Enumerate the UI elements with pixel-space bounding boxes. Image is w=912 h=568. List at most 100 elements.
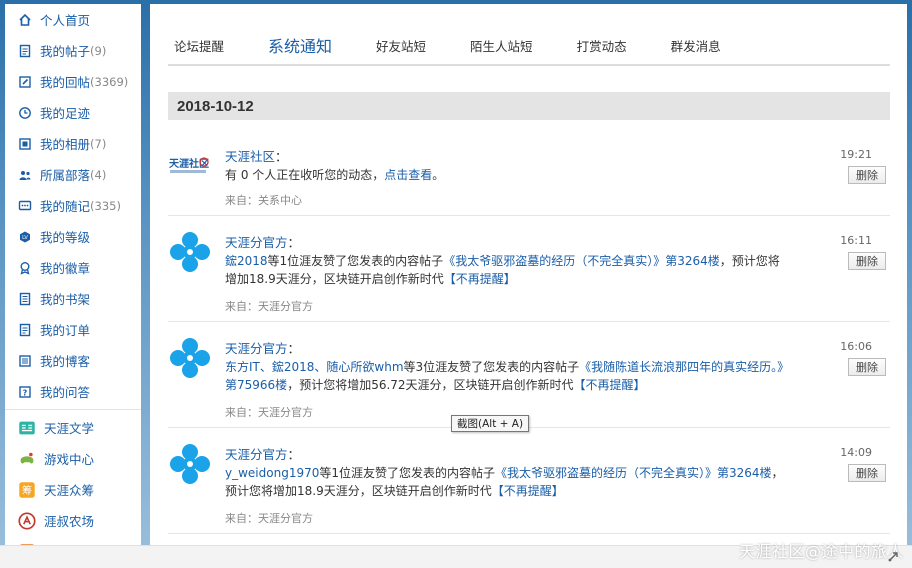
sidebar-item-chat[interactable]: 我的随记 (335) <box>5 190 141 221</box>
sidebar-link-label: 天涯文学 <box>44 421 95 436</box>
watermark: 天涯社区@途中的旅人 <box>738 542 904 561</box>
sidebar-item-home[interactable]: 个人首页 <box>5 4 141 35</box>
message-link[interactable]: y_weidong1970 <box>225 466 319 480</box>
sidebar-item-document[interactable]: 我的帖子 (9) <box>5 35 141 66</box>
message-text-segment: 有 0 个人正在收听您的动态， <box>225 168 385 182</box>
sidebar-item-label: 我的博客 <box>40 354 91 369</box>
message-item: 天涯社区 天涯社区：有 0 个人正在收听您的动态，点击查看。 来自：关系中心 19:2… <box>168 130 890 216</box>
delete-button[interactable]: 删除 <box>848 252 886 270</box>
svg-text:LV: LV <box>22 235 28 241</box>
message-item: 天涯分官方： 东方IT、鋐2018、随心所欲whm等3位涯友赞了您发表的内容帖子《… <box>168 322 890 428</box>
document-icon <box>18 44 32 58</box>
main-panel: 论坛提醒 系统通知 好友站短 陌生人站短 打赏动态 群发消息 2018-10-12 天涯社… <box>150 4 907 545</box>
sidebar-item-label: 我的徽章 <box>40 261 91 276</box>
blog-icon <box>18 354 32 368</box>
message-text-segment: 等1位涯友赞了您发表的内容帖子 <box>267 254 444 268</box>
message-text: 鋐2018等1位涯友赞了您发表的内容帖子《我太爷驱邪盗墓的经历（不完全真实）》第… <box>225 252 785 288</box>
sidebar-item-count: (4) <box>90 167 107 182</box>
rocket-icon[interactable] <box>886 550 900 564</box>
message-link[interactable]: 《我太爷驱邪盗墓的经历（不完全真实）》第3264楼 <box>495 466 772 480</box>
tab-1[interactable]: 系统通知 <box>262 33 332 57</box>
edit-icon <box>18 75 32 89</box>
sender-name-text: 天涯分官方 <box>225 341 288 356</box>
sidebar-item-people[interactable]: 所属部落 (4) <box>5 159 141 190</box>
message-link[interactable]: 东方IT、鋐2018、随心所欲whm <box>225 360 404 374</box>
sidebar-item-edit[interactable]: 我的回帖 (3369) <box>5 66 141 97</box>
sidebar-link-label: 涯叔农场 <box>44 514 95 529</box>
sender-name[interactable]: 天涯社区： <box>225 146 288 165</box>
sidebar-item-count: (9) <box>90 43 107 58</box>
sidebar-item-label: 我的问答 <box>40 385 91 400</box>
sidebar-item-label: 我的足迹 <box>40 106 91 121</box>
message-item: 天涯分官方： 鋐2018等1位涯友赞了您发表的内容帖子《我太爷驱邪盗墓的经历（不完… <box>168 216 890 322</box>
tianya-points-icon[interactable] <box>168 230 212 274</box>
game-icon <box>18 450 36 468</box>
message-text-segment: 等3位涯友赞了您发表的内容帖子 <box>403 360 580 374</box>
date-header: 2018-10-12 <box>168 92 890 120</box>
message-link[interactable]: 【不再提醒】 <box>574 378 646 392</box>
tab-bar: 论坛提醒 系统通知 好友站短 陌生人站短 打赏动态 群发消息 <box>168 26 890 66</box>
sidebar-item-label: 我的随记 <box>40 199 91 214</box>
message-link[interactable]: 【不再提醒】 <box>492 484 564 498</box>
sidebar-link-farm[interactable]: 涯叔农场 <box>5 505 141 536</box>
delete-button[interactable]: 删除 <box>848 358 886 376</box>
tab-3[interactable]: 陌生人站短 <box>464 36 533 55</box>
message-link[interactable]: 点击查看 <box>384 168 432 182</box>
clock-icon <box>18 106 32 120</box>
sender-name[interactable]: 天涯分官方： <box>225 338 300 357</box>
tianya-points-icon[interactable] <box>168 442 212 486</box>
sender-colon: ： <box>287 341 301 356</box>
sidebar-link-literature[interactable]: 天涯文学 <box>5 412 141 443</box>
message-item: 天涯分官方： y_weidong1970等1位涯友赞了您发表的内容帖子《我太爷驱邪… <box>168 428 890 534</box>
message-source: 来自：天涯分官方 <box>225 512 313 525</box>
tab-0[interactable]: 论坛提醒 <box>168 36 224 55</box>
message-link[interactable]: 【不再提醒】 <box>444 272 516 286</box>
message-source: 来自：天涯分官方 <box>225 300 313 313</box>
sidebar-item-order[interactable]: 我的订单 <box>5 314 141 345</box>
sidebar-item-album[interactable]: 我的相册 (7) <box>5 128 141 159</box>
message-text-segment: 等1位涯友赞了您发表的内容帖子 <box>319 466 495 480</box>
sidebar-link-crowdfund[interactable]: 筹天涯众筹 <box>5 474 141 505</box>
sidebar-link-game[interactable]: 游戏中心 <box>5 443 141 474</box>
sidebar-item-label: 我的帖子 <box>40 44 91 59</box>
sender-name-text: 天涯社区 <box>225 149 276 164</box>
sidebar-item-level[interactable]: LV 我的等级 <box>5 221 141 252</box>
question-icon: ? <box>18 385 32 399</box>
sidebar-item-label: 我的相册 <box>40 137 91 152</box>
sidebar-item-question[interactable]: ? 我的问答 <box>5 376 141 407</box>
sidebar-link-label: 天涯众筹 <box>44 483 95 498</box>
sidebar-item-blog[interactable]: 我的博客 <box>5 345 141 376</box>
chat-icon <box>18 199 32 213</box>
delete-button[interactable]: 删除 <box>848 464 886 482</box>
sidebar-item-clock[interactable]: 我的足迹 <box>5 97 141 128</box>
farm-icon <box>18 511 36 530</box>
people-icon <box>18 168 32 182</box>
sender-name[interactable]: 天涯分官方： <box>225 444 300 463</box>
album-icon <box>18 137 32 151</box>
message-time: 16:06 <box>840 340 872 353</box>
sidebar-item-label: 我的等级 <box>40 230 91 245</box>
message-source: 来自：关系中心 <box>225 194 302 207</box>
message-link[interactable]: 《我太爷驱邪盗墓的经历（不完全真实）》第3264楼 <box>443 254 720 268</box>
sidebar-item-count: (7) <box>90 136 107 151</box>
sidebar-item-label: 我的订单 <box>40 323 91 338</box>
message-source: 来自：天涯分官方 <box>225 406 313 419</box>
sender-name[interactable]: 天涯分官方： <box>225 232 300 251</box>
sidebar-item-label: 我的书架 <box>40 292 91 307</box>
delete-button[interactable]: 删除 <box>848 166 886 184</box>
tianya-logo-icon[interactable]: 天涯社区 <box>168 144 212 188</box>
tab-5[interactable]: 群发消息 <box>665 36 721 55</box>
message-text-segment: 。 <box>432 168 445 182</box>
tab-4[interactable]: 打赏动态 <box>571 36 627 55</box>
order-icon <box>18 323 32 337</box>
sidebar-item-badge[interactable]: 我的徽章 <box>5 252 141 283</box>
sidebar-item-label: 个人首页 <box>40 13 91 28</box>
sidebar-item-book[interactable]: 我的书架 <box>5 283 141 314</box>
message-link[interactable]: 鋐2018 <box>225 254 268 268</box>
home-icon <box>18 13 32 27</box>
sender-name-text: 天涯分官方 <box>225 235 288 250</box>
tab-2[interactable]: 好友站短 <box>370 36 426 55</box>
sidebar: 个人首页 我的帖子 (9) 我的回帖 (3369) 我的足迹 我的相册 (7) 所属部落 (4) 我… <box>5 4 141 568</box>
tianya-points-icon[interactable] <box>168 336 212 380</box>
message-text: 东方IT、鋐2018、随心所欲whm等3位涯友赞了您发表的内容帖子《我随陈道长流… <box>225 358 785 394</box>
